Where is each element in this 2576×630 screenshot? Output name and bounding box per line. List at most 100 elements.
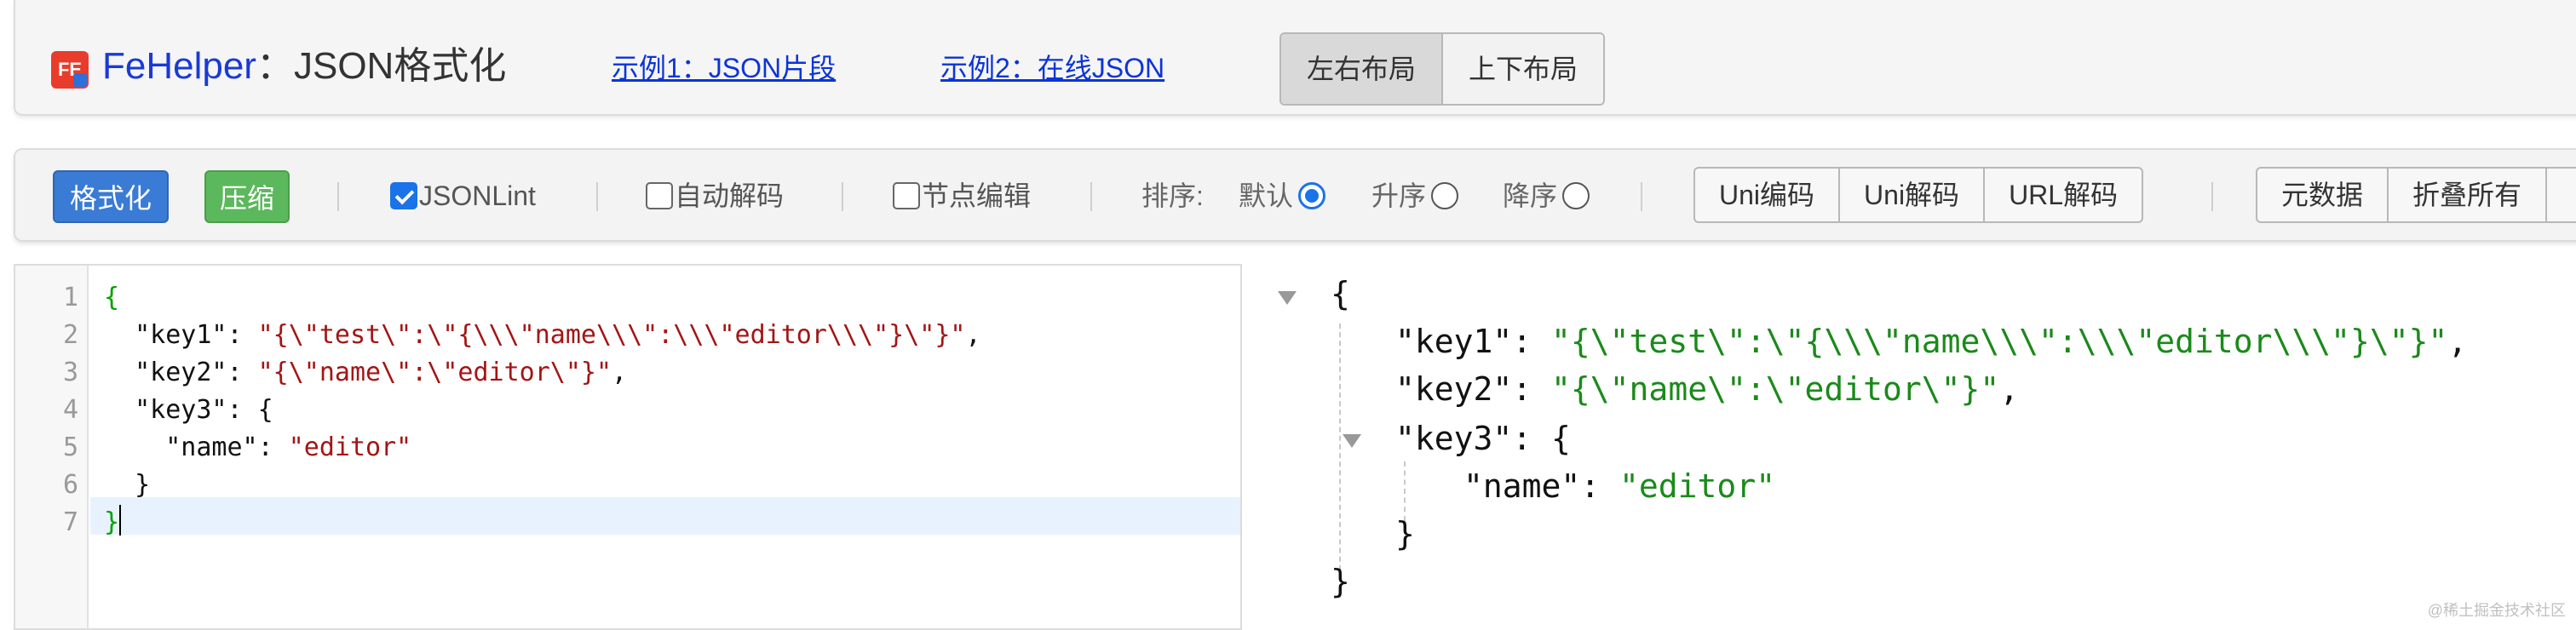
tree-token: , [2447, 323, 2468, 360]
uni-encode-button[interactable]: Uni编码 [1695, 169, 1838, 221]
line-number: 5 [62, 432, 78, 462]
tree-string: "{\"test\":\"{\\\"name\\\":\\\"editor\\\… [1551, 323, 2448, 360]
tree-string: "editor" [1619, 467, 1776, 505]
tree-key: "key3" [1395, 420, 1513, 457]
toolbar-divider [337, 182, 339, 211]
code-key: "key1" [104, 320, 227, 350]
uni-decode-button[interactable]: Uni解码 [1838, 169, 1983, 221]
sort-desc-label: 降序 [1503, 180, 1558, 211]
code-string: "{\"name\":\"editor\"}" [257, 358, 612, 387]
code-key: "key3" [104, 395, 227, 425]
code-line-1: { [104, 279, 119, 317]
tree-string: "{\"name\":\"editor\"}" [1551, 370, 2000, 408]
node-edit-label: 节点编辑 [922, 180, 1032, 211]
toolbar-divider [2211, 182, 2213, 211]
tree-guide-line [1339, 324, 1341, 579]
radio-icon[interactable] [1431, 182, 1459, 209]
active-line-highlight [90, 497, 1240, 535]
tree-token: : { [1512, 420, 1571, 457]
layout-top-bottom-button[interactable]: 上下布局 [1441, 34, 1604, 104]
auto-decode-checkbox[interactable]: 自动解码 [646, 177, 784, 215]
collapse-toggle-icon[interactable] [1278, 291, 1297, 305]
toolbar-divider [1090, 182, 1092, 211]
tree-token: } [1395, 515, 1415, 553]
collapse-toggle-icon[interactable] [1343, 434, 1361, 448]
header-bar: FE FeHelper：JSON格式化 示例1：JSON片段 示例2：在线JSO… [14, 0, 2576, 116]
tree-token: { [1331, 275, 1350, 312]
code-token: , [965, 320, 981, 350]
format-button[interactable]: 格式化 [53, 170, 170, 223]
code-line-3: "key2": "{\"name\":\"editor\"}", [104, 354, 627, 392]
line-number: 4 [62, 395, 78, 425]
checkbox-icon[interactable] [893, 182, 920, 209]
tree-close-brace: } [1331, 558, 1350, 604]
code-token: } [104, 507, 120, 537]
tree-token: : [1580, 467, 1620, 505]
line-number: 2 [62, 320, 78, 350]
line-number: 7 [62, 507, 78, 537]
checkbox-checked-icon[interactable] [390, 182, 417, 209]
code-token: : [227, 358, 258, 387]
toolbar-divider [1641, 182, 1642, 211]
node-edit-checkbox[interactable]: 节点编辑 [893, 177, 1031, 215]
code-key: "key2" [104, 358, 227, 387]
code-token: { [104, 283, 120, 312]
sort-label: 排序: [1141, 180, 1204, 211]
checkbox-icon[interactable] [646, 182, 673, 209]
sort-asc-label: 升序 [1371, 180, 1427, 211]
tree-row-key3: "key3": { [1395, 415, 1571, 461]
code-token: } [104, 470, 151, 500]
example-1-link[interactable]: 示例1：JSON片段 [612, 49, 836, 87]
title-separator: ： [256, 45, 294, 87]
page-title-text: JSON格式化 [293, 45, 507, 87]
code-line-5: "name": "editor" [104, 429, 411, 467]
compress-button[interactable]: 压缩 [204, 170, 290, 223]
tree-inner-close-brace: } [1395, 511, 1415, 557]
jsonlint-checkbox[interactable]: JSONLint [390, 177, 536, 215]
code-line-4: "key3": { [104, 392, 273, 429]
layout-left-right-button[interactable]: 左右布局 [1281, 34, 1442, 104]
code-token: : { [227, 395, 273, 425]
sort-default-radio[interactable]: 默认 [1239, 177, 1326, 215]
line-number: 6 [62, 470, 78, 500]
tree-key: "key2" [1395, 370, 1513, 408]
more-button[interactable] [2545, 169, 2576, 221]
line-number-gutter: 1 2 3 4 5 6 7 [15, 266, 89, 628]
code-token: : [227, 320, 258, 350]
jsonlint-label: JSONLint [419, 180, 536, 211]
line-number: 3 [62, 358, 78, 387]
code-token: : [257, 432, 289, 462]
tree-token: , [1999, 370, 2020, 408]
text-cursor [119, 505, 122, 536]
json-tree-viewer: { "key1": "{\"test\":\"{\\\"name\\\":\\\… [1261, 264, 2576, 627]
example-2-link[interactable]: 示例2：在线JSON [940, 49, 1164, 87]
line-number: 1 [62, 283, 78, 312]
tree-key: "name" [1463, 467, 1581, 505]
tree-row-key2: "key2": "{\"name\":\"editor\"}", [1395, 366, 2019, 412]
code-string: "{\"test\":\"{\\\"name\\\":\\\"editor\\\… [257, 320, 966, 350]
collapse-all-button[interactable]: 折叠所有 [2387, 169, 2545, 221]
fehelper-logo-icon: FE [51, 51, 89, 89]
sort-desc-radio[interactable]: 降序 [1503, 177, 1590, 215]
toolbar-divider [596, 182, 598, 211]
code-token: , [612, 358, 628, 387]
view-button-group: 元数据 折叠所有 [2256, 167, 2576, 223]
page-title: FeHelper：JSON格式化 [102, 41, 506, 92]
tree-token: : [1512, 323, 1552, 360]
radio-selected-icon[interactable] [1298, 182, 1326, 209]
url-decode-button[interactable]: URL解码 [1983, 169, 2142, 221]
sort-asc-radio[interactable]: 升序 [1371, 177, 1459, 215]
code-line-2: "key1": "{\"test\":\"{\\\"name\\\":\\\"e… [104, 317, 981, 354]
metadata-button[interactable]: 元数据 [2257, 169, 2387, 221]
json-source-editor[interactable]: 1 2 3 4 5 6 7 { "key1": "{\"test\":\"{\\… [14, 264, 1242, 630]
watermark: @稀土掘金技术社区 [2427, 602, 2566, 619]
radio-icon[interactable] [1562, 182, 1590, 209]
encoding-button-group: Uni编码 Uni解码 URL解码 [1693, 167, 2144, 223]
tree-open-brace: { [1331, 271, 1350, 317]
tree-token: : [1512, 370, 1552, 408]
tree-key: "key1" [1395, 323, 1513, 360]
toolbar: 格式化 压缩 JSONLint 自动解码 节点编辑 排序: 默认 升序 降序 U… [14, 148, 2576, 242]
code-line-7: } [104, 504, 122, 541]
code-line-6: } [104, 467, 150, 504]
tree-row-name: "name": "editor" [1463, 463, 1775, 509]
